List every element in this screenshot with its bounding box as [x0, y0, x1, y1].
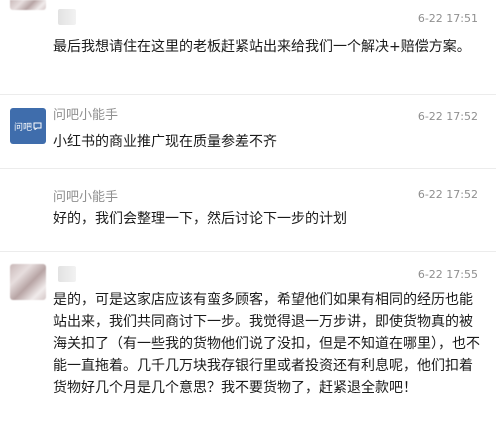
message-text: 最后我想请住在这里的老板赶紧站出来给我们一个解决+赔偿方案。 [53, 39, 471, 55]
message-text: 是的，可是这家店应该有蛮多顾客，希望他们如果有相同的经历也能站出来，我们共同商讨… [53, 292, 480, 396]
avatar-logo-text: 问吧 [13, 122, 32, 133]
sender-name: 问吧小能手 [53, 108, 119, 123]
user-avatar[interactable] [10, 0, 46, 10]
message-timestamp: 6-22 17:52 [417, 188, 478, 201]
message-timestamp: 6-22 17:52 [417, 110, 478, 123]
message-timestamp: 6-22 17:51 [417, 12, 478, 25]
blurred-sender-name [58, 9, 76, 25]
chat-message: 问吧 问吧小能手 6-22 17:52 小红书的商业推广现在质量参差不齐 [0, 95, 496, 163]
user-avatar[interactable] [10, 264, 46, 300]
sender-name: 问吧小能手 [53, 190, 119, 205]
blurred-sender-name [58, 266, 76, 282]
message-text: 好的，我们会整理一下，然后讨论下一步的计划 [53, 211, 347, 227]
chat-message: 6-22 17:51 最后我想请住在这里的老板赶紧站出来给我们一个解决+赔偿方案… [0, 0, 496, 88]
wenba-logo-avatar[interactable]: 问吧 [10, 108, 46, 144]
speech-bubble-icon [33, 122, 42, 130]
message-text: 小红书的商业推广现在质量参差不齐 [53, 134, 277, 150]
chat-message: 6-22 17:55 是的，可是这家店应该有蛮多顾客，希望他们如果有相同的经历也… [0, 252, 496, 429]
message-timestamp: 6-22 17:55 [417, 268, 478, 281]
chat-message: 问吧小能手 6-22 17:52 好的，我们会整理一下，然后讨论下一步的计划 [0, 169, 496, 249]
